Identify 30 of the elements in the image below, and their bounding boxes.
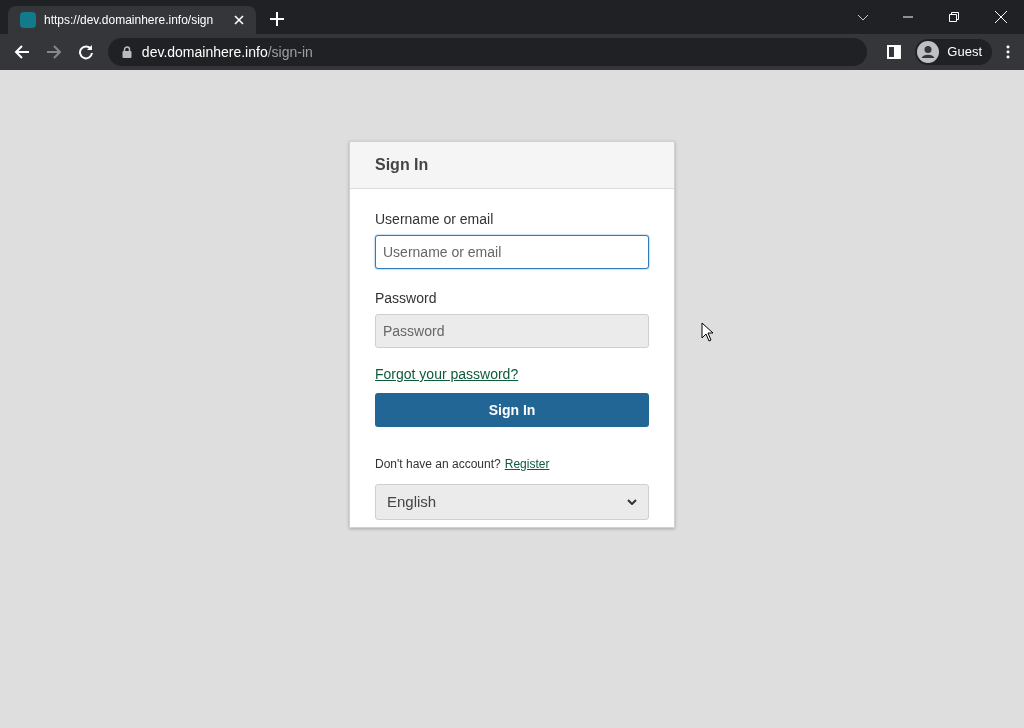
- browser-tab[interactable]: https://dev.domainhere.info/sign: [8, 6, 256, 34]
- input-field[interactable]: Username or email: [375, 235, 649, 269]
- tab-title: https://dev.domainhere.info/sign: [44, 12, 215, 29]
- forward-arrow-icon[interactable]: [45, 44, 62, 60]
- back-arrow-icon[interactable]: [14, 44, 30, 60]
- field-label: Password: [375, 289, 438, 308]
- sign-in-button[interactable]: Sign In: [375, 393, 649, 427]
- register-prompt: Don't have an account?: [375, 456, 501, 473]
- site-favicon-icon: [20, 12, 36, 28]
- url-path: /sign-in: [267, 43, 313, 60]
- chevron-down-icon[interactable]: [857, 13, 869, 21]
- language-select[interactable]: English: [375, 484, 649, 520]
- forgot-password-link[interactable]: Forgot your password?: [375, 364, 519, 385]
- register-link[interactable]: Register: [504, 455, 550, 473]
- profile-button[interactable]: Guest: [915, 39, 993, 65]
- restore-icon[interactable]: [949, 12, 959, 22]
- field-label: Username or email: [375, 210, 495, 229]
- reload-icon[interactable]: [77, 44, 94, 60]
- more-menu-icon[interactable]: [1006, 45, 1010, 59]
- close-icon[interactable]: [995, 11, 1007, 23]
- url-host: dev.domainhere.info: [141, 43, 268, 60]
- person-avatar-icon: [917, 41, 940, 63]
- address-bar[interactable]: dev.domainhere.info/sign-in: [107, 38, 868, 66]
- mouse-pointer-icon: [701, 322, 714, 342]
- chevron-down-icon: [627, 499, 637, 505]
- close-icon[interactable]: [234, 15, 244, 25]
- card-title: Sign In: [375, 155, 429, 175]
- lock-icon: [121, 46, 132, 58]
- side-panel-icon[interactable]: [887, 45, 902, 59]
- new-tab-icon[interactable]: [270, 12, 284, 26]
